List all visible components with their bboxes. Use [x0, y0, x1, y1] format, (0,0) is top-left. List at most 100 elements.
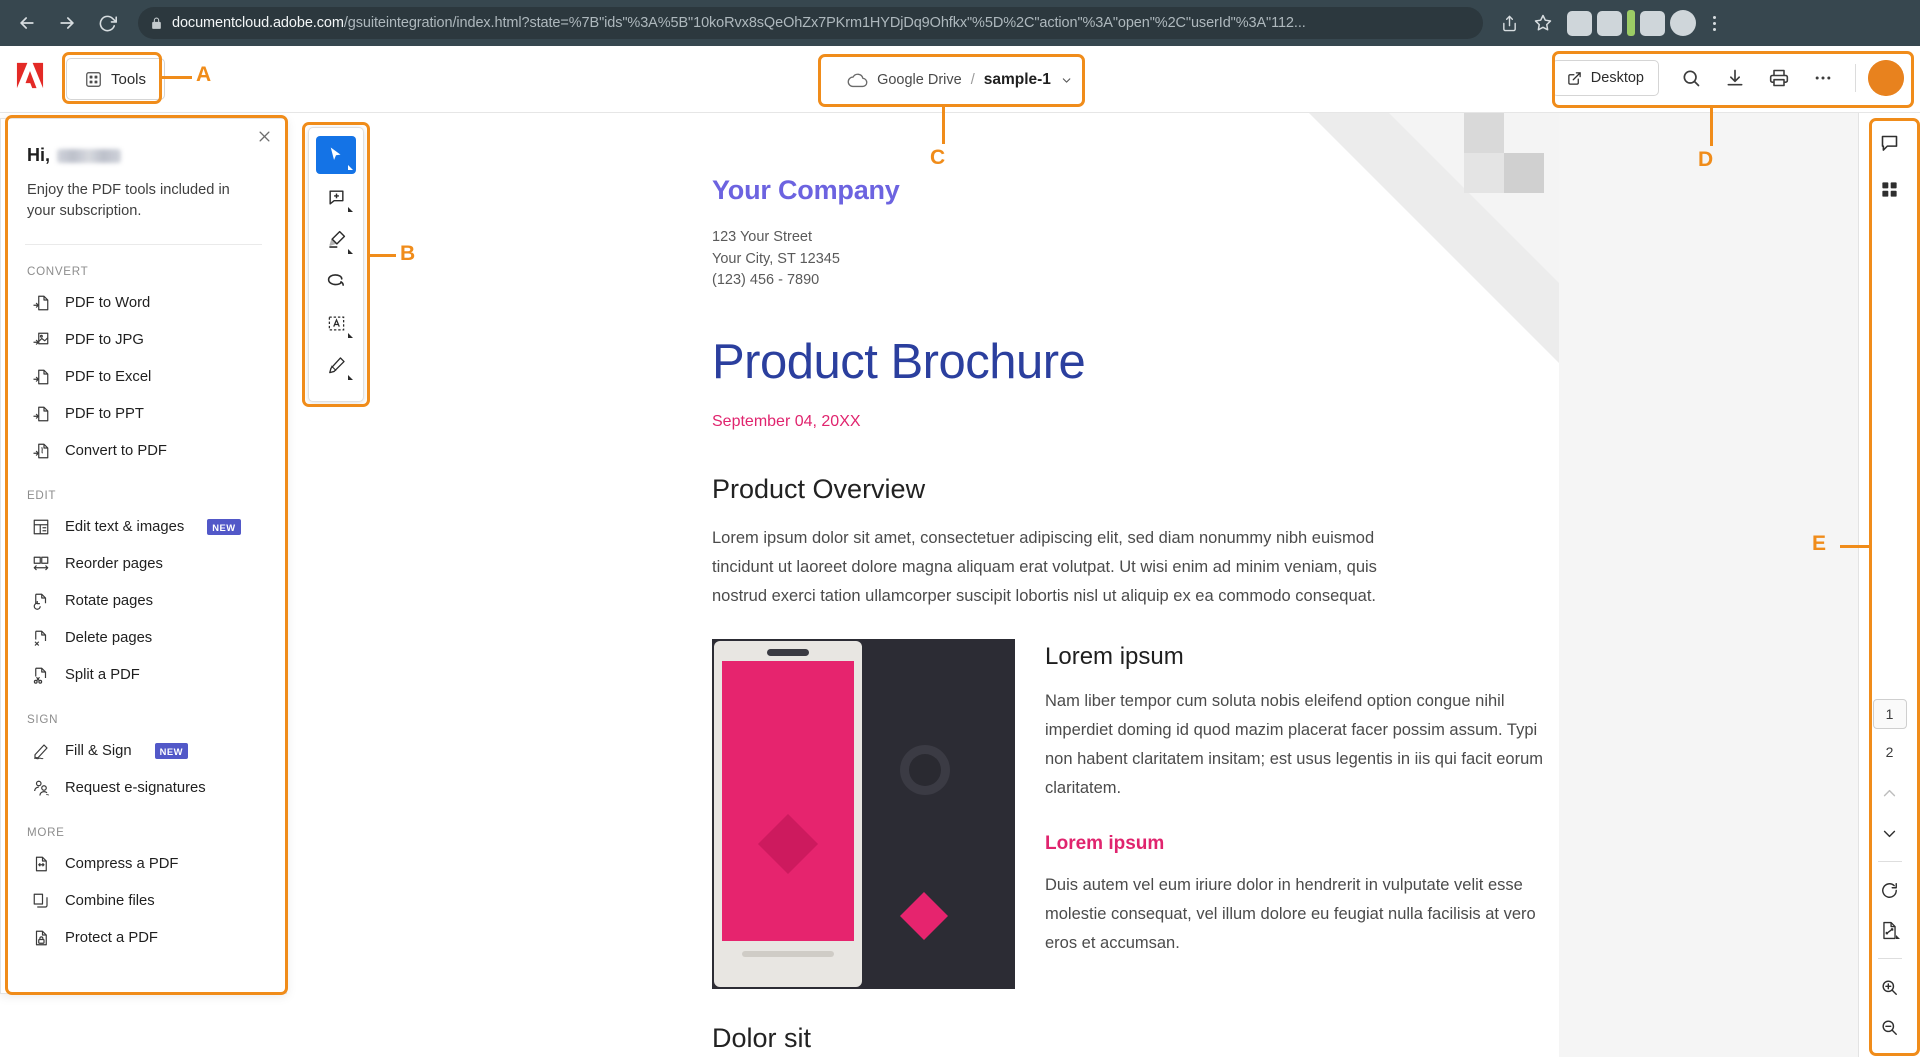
extension-icon-1[interactable]	[1567, 10, 1592, 36]
breadcrumb[interactable]: Google Drive / sample-1	[831, 60, 1089, 100]
zoom-in-icon[interactable]	[1870, 967, 1910, 1007]
user-avatar-icon[interactable]	[1868, 60, 1904, 96]
annotation-toolbar	[308, 127, 364, 402]
tool-label: Delete pages	[65, 629, 153, 646]
tools-button-label: Tools	[111, 70, 147, 88]
tool-pdf-to-excel[interactable]: PDF to Excel	[1, 358, 286, 395]
extension-icon-4[interactable]	[1640, 10, 1665, 36]
chevron-down-icon[interactable]	[1870, 813, 1910, 853]
doc-two-column: Lorem ipsum Nam liber tempor cum soluta …	[712, 638, 1559, 989]
draw-tool[interactable]	[316, 346, 356, 384]
tool-label: Compress a PDF	[65, 855, 179, 872]
rotate-pages-icon	[31, 591, 51, 611]
rotate-clockwise-icon[interactable]	[1870, 870, 1910, 910]
breadcrumb-filename[interactable]: sample-1	[984, 71, 1051, 89]
add-comment-tool[interactable]	[316, 178, 356, 216]
convert-to-pdf-icon	[31, 441, 51, 461]
section-title-sign: SIGN	[27, 713, 59, 726]
highlight-tool[interactable]	[316, 220, 356, 258]
protect-pdf-icon	[31, 928, 51, 948]
share-icon[interactable]	[1495, 9, 1523, 37]
tool-edit-text-images[interactable]: Edit text & images NEW	[1, 508, 286, 545]
star-icon[interactable]	[1529, 9, 1557, 37]
comment-icon[interactable]	[1870, 123, 1910, 163]
header-actions: Desktop	[1551, 58, 1904, 98]
doc-sub-heading-2: Lorem ipsum	[1045, 832, 1165, 854]
tool-reorder-pages[interactable]: Reorder pages	[1, 545, 286, 582]
page-number-1[interactable]: 1	[1872, 699, 1907, 729]
tool-split-pdf[interactable]: Split a PDF	[1, 656, 286, 693]
chevron-down-icon[interactable]	[1060, 74, 1073, 87]
extension-icon-3[interactable]	[1627, 10, 1635, 36]
doc-date: September 04, 20XX	[712, 412, 861, 430]
download-icon[interactable]	[1715, 58, 1755, 98]
tool-fill-and-sign[interactable]: Fill & Sign NEW	[1, 732, 286, 769]
select-tool[interactable]	[316, 136, 356, 174]
url-text: documentcloud.adobe.com/gsuiteintegratio…	[172, 15, 1306, 31]
tool-compress-pdf[interactable]: Compress a PDF	[1, 845, 286, 882]
tool-delete-pages[interactable]: Delete pages	[1, 619, 286, 656]
adobe-logo[interactable]	[13, 59, 47, 93]
tool-rotate-pages[interactable]: Rotate pages	[1, 582, 286, 619]
divider	[25, 244, 262, 245]
freehand-tool[interactable]	[316, 262, 356, 300]
text-box-tool[interactable]	[316, 304, 356, 342]
chevron-up-icon[interactable]	[1870, 773, 1910, 813]
doc-address: 123 Your Street Your City, ST 12345 (123…	[712, 227, 1559, 292]
extension-icon-2[interactable]	[1597, 10, 1622, 36]
doc-section-heading: Product Overview	[712, 473, 926, 504]
pdf-to-ppt-icon	[31, 404, 51, 424]
section-title-edit: EDIT	[27, 489, 57, 502]
panel-subtitle: Enjoy the PDF tools included in your sub…	[27, 182, 230, 219]
back-arrow-icon[interactable]	[10, 6, 44, 40]
pdf-content: Your Company 123 Your Street Your City, …	[600, 113, 1559, 1054]
address-bar[interactable]: documentcloud.adobe.com/gsuiteintegratio…	[138, 7, 1483, 39]
tool-convert-to-pdf[interactable]: Convert to PDF	[1, 432, 286, 469]
doc-overview-text: Lorem ipsum dolor sit amet, consectetuer…	[712, 528, 1377, 605]
tool-request-esignatures[interactable]: Request e-signatures	[1, 769, 286, 806]
tool-label: PDF to Excel	[65, 368, 152, 385]
new-badge: NEW	[154, 742, 188, 759]
app-header: Tools Google Drive / sample-1 Desktop	[0, 46, 1920, 113]
page-number-2[interactable]: 2	[1873, 737, 1907, 767]
grid-icon	[85, 71, 102, 88]
more-horizontal-icon[interactable]	[1803, 58, 1843, 98]
tool-pdf-to-jpg[interactable]: PDF to JPG	[1, 321, 286, 358]
divider	[1877, 958, 1902, 959]
tool-combine-files[interactable]: Combine files	[1, 882, 286, 919]
tool-label: PDF to JPG	[65, 331, 144, 348]
doc-address-line2: Your City, ST 12345	[712, 250, 840, 267]
callout-leader-d	[1710, 108, 1713, 146]
tools-button[interactable]: Tools	[66, 58, 166, 100]
url-host: documentcloud.adobe.com	[172, 15, 344, 31]
doc-sub-heading-1: Lorem ipsum	[1045, 642, 1184, 670]
callout-label-b: B	[400, 242, 416, 265]
reload-icon[interactable]	[90, 6, 124, 40]
zoom-out-icon[interactable]	[1870, 1007, 1910, 1047]
tool-protect-pdf[interactable]: Protect a PDF	[1, 919, 286, 956]
search-icon[interactable]	[1671, 58, 1711, 98]
section-title-more: MORE	[27, 826, 65, 839]
forward-arrow-icon[interactable]	[50, 6, 84, 40]
kebab-menu-icon[interactable]	[1701, 10, 1727, 36]
doc-address-line1: 123 Your Street	[712, 229, 812, 245]
close-icon[interactable]	[257, 129, 272, 149]
open-in-desktop-label: Desktop	[1590, 70, 1644, 86]
profile-icon[interactable]	[1670, 10, 1696, 36]
fit-page-icon[interactable]	[1870, 910, 1910, 950]
browser-extensions	[1567, 10, 1727, 36]
breadcrumb-source[interactable]: Google Drive	[877, 72, 962, 88]
divider	[1855, 64, 1856, 92]
tool-pdf-to-word[interactable]: PDF to Word	[1, 284, 286, 321]
open-in-desktop-button[interactable]: Desktop	[1551, 60, 1659, 96]
document-viewer[interactable]: Your Company 123 Your Street Your City, …	[600, 113, 1858, 1057]
print-icon[interactable]	[1759, 58, 1799, 98]
caret-icon	[348, 375, 353, 380]
tool-label: Reorder pages	[65, 555, 163, 572]
pdf-to-excel-icon	[31, 367, 51, 387]
edit-text-images-icon	[31, 517, 51, 537]
grid-thumbnails-icon[interactable]	[1870, 169, 1910, 209]
tool-label: Convert to PDF	[65, 442, 167, 459]
tool-pdf-to-ppt[interactable]: PDF to PPT	[1, 395, 286, 432]
doc-phone-image	[712, 638, 1015, 989]
